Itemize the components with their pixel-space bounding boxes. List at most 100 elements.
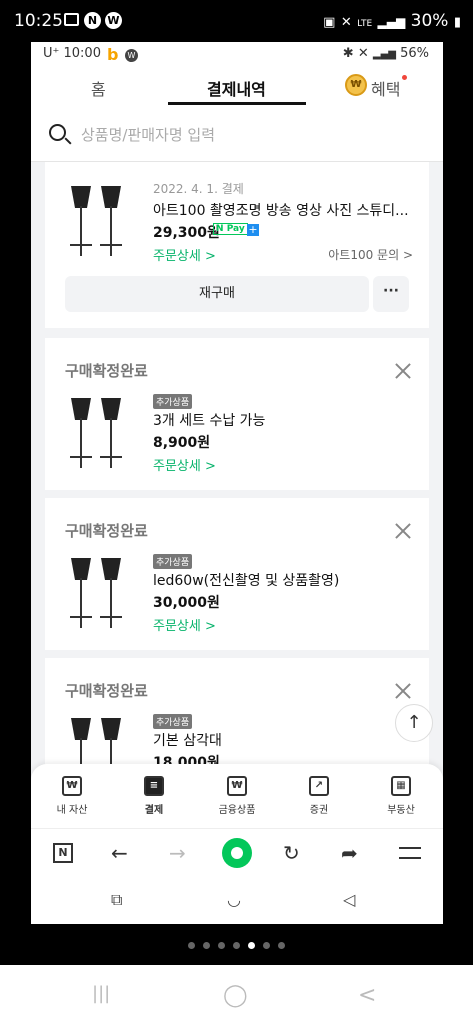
nav-label: 증권 [309,805,329,816]
product-price: 8,900원 [153,435,211,451]
mute-icon: ✕ [357,46,369,61]
home-icon[interactable]: ◯ [223,983,248,1008]
signal-icon: ▂▄▆ [372,49,396,60]
order-card: 구매확정완료 추가상품 기본 삼각대 18,000원 [45,658,429,788]
outer-battery-level: 30% [410,11,449,31]
tab-benefits[interactable]: 혜택 [371,76,400,100]
page-dot [278,942,285,949]
plus-icon: + [247,223,259,236]
search-bar[interactable]: 상품명/판매자명 입력 [31,106,443,162]
outer-battery-icon: ▮ [453,15,461,30]
order-card: 2022. 4. 1. 결제 아트100 촬영조명 방송 영상 사진 스튜디..… [45,162,429,328]
outer-clock: 10:25 [14,11,63,31]
order-card: 구매확정완료 추가상품 3개 세트 수납 가능 8,900원 주문상세 > [45,338,429,490]
product-thumbnail[interactable] [65,554,127,630]
product-name[interactable]: 아트100 촬영조명 방송 영상 사진 스튜디... [153,200,409,220]
top-tabs: 홈 결제내역 ₩ 혜택 [31,68,443,106]
search-icon [49,124,66,141]
nav-label: 내 자산 [56,805,88,816]
inner-status-bar: U⁺ 10:00 b W ✱ ✕ ▂▄▆ 56% [31,42,443,68]
additional-item-badge: 추가상품 [153,394,193,409]
order-status: 구매확정완료 [65,522,148,540]
inner-battery-level: 56% [400,46,429,61]
order-status: 구매확정완료 [65,362,148,380]
building-icon: ▦ [391,776,411,796]
nav-financial-products[interactable]: ₩ 금융상품 [202,776,272,816]
bottom-navigation: ₩ 내 자산 ≡ 결제 ₩ 금융상품 ↗ 증권 ▦ 부동산 [31,764,443,828]
signal-icon: ▂▄▆ [377,15,406,29]
refresh-icon[interactable]: ↻ [283,841,300,865]
nav-stocks[interactable]: ↗ 증권 [284,776,354,816]
forward-arrow-icon[interactable]: → [169,841,186,865]
scroll-to-top-button[interactable]: ↑ [395,704,433,742]
product-thumbnail[interactable] [65,394,127,470]
browser-toolbar: N ← → ↻ ➦ [31,828,443,876]
w-app-icon: W [105,12,122,29]
seller-inquiry-link[interactable]: 아트100 문의 > [328,246,413,263]
nav-my-assets[interactable]: ₩ 내 자산 [37,776,107,816]
nav-label: 금융상품 [218,805,256,816]
bluetooth-icon: ✱ [342,46,354,61]
back-arrow-icon[interactable]: ← [111,841,128,865]
wallet-icon: ₩ [62,776,82,796]
page-dot-active [248,942,255,949]
product-name[interactable]: 3개 세트 수납 가능 [153,410,265,430]
inner-clock: U⁺ 10:00 [43,46,101,61]
home-icon[interactable]: ◡ [227,890,241,909]
tab-home[interactable]: 홈 [91,76,106,100]
nav-payment[interactable]: ≡ 결제 [119,776,189,816]
page-dot [218,942,225,949]
product-name[interactable]: 기본 삼각대 [153,730,222,750]
nav-label: 결제 [144,805,164,816]
npay-label: Pay [226,224,245,234]
receipt-icon: ≡ [144,776,164,796]
w-app-icon: W [125,49,138,62]
inner-status-right: ✱ ✕ ▂▄▆ 56% [343,46,429,61]
product-thumbnail[interactable] [65,182,127,258]
product-price: 29,300원 [153,225,220,241]
back-icon[interactable]: ◁ [343,890,355,909]
delete-icon[interactable] [395,523,411,539]
more-options-button[interactable]: ··· [373,276,409,312]
search-input[interactable]: 상품명/판매자명 입력 [81,124,215,145]
b-app-icon: b [107,45,119,64]
menu-icon[interactable] [399,847,421,859]
tab-active-indicator [168,102,306,105]
npay-n: N [216,224,224,234]
order-detail-link[interactable]: 주문상세 > [153,245,216,264]
delete-icon[interactable] [395,683,411,699]
mute-icon: ✕ [340,15,352,30]
delete-icon[interactable] [395,363,411,379]
outer-status-right: ▣ ✕ LTE ▂▄▆ 30% ▮ [323,11,461,31]
additional-item-badge: 추가상품 [153,714,193,729]
page-indicator [0,934,473,953]
chart-icon: ↗ [309,776,329,796]
inner-system-nav: ⧉ ◡ ◁ [31,876,443,924]
recent-apps-icon[interactable]: ⧉ [111,890,122,910]
page-dot [188,942,195,949]
coin-icon: ₩ [345,74,367,96]
recent-apps-icon[interactable]: ||| [92,983,110,1004]
share-icon[interactable]: ➦ [341,841,358,865]
device: 10:25 N W ▣ ✕ LTE ▂▄▆ 30% ▮ U⁺ 10:00 b W… [0,0,473,1024]
naver-home-button[interactable]: N [53,843,73,863]
nav-real-estate[interactable]: ▦ 부동산 [366,776,436,816]
tab-payments[interactable]: 결제내역 [207,76,266,100]
order-detail-link[interactable]: 주문상세 > [153,455,216,474]
product-name[interactable]: led60w(전신촬영 및 상품촬영) [153,570,339,590]
lte-icon: LTE [357,19,373,29]
order-detail-link[interactable]: 주문상세 > [153,615,216,634]
app-screen: U⁺ 10:00 b W ✱ ✕ ▂▄▆ 56% 홈 결제내역 ₩ 혜택 상품명… [31,42,443,924]
green-dot-button[interactable] [222,838,252,868]
page-dot [233,942,240,949]
product-price: 30,000원 [153,595,220,611]
shopping-bag-icon: ₩ [227,776,247,796]
back-icon[interactable]: < [358,983,376,1008]
battery-saver-icon: ▣ [323,15,336,30]
rebuy-button[interactable]: 재구매 [65,276,369,312]
outer-system-nav: ||| ◯ < [0,965,473,1024]
additional-item-badge: 추가상품 [153,554,193,569]
page-dot [203,942,210,949]
npay-badge: N Pay [213,223,248,235]
page-dot [263,942,270,949]
